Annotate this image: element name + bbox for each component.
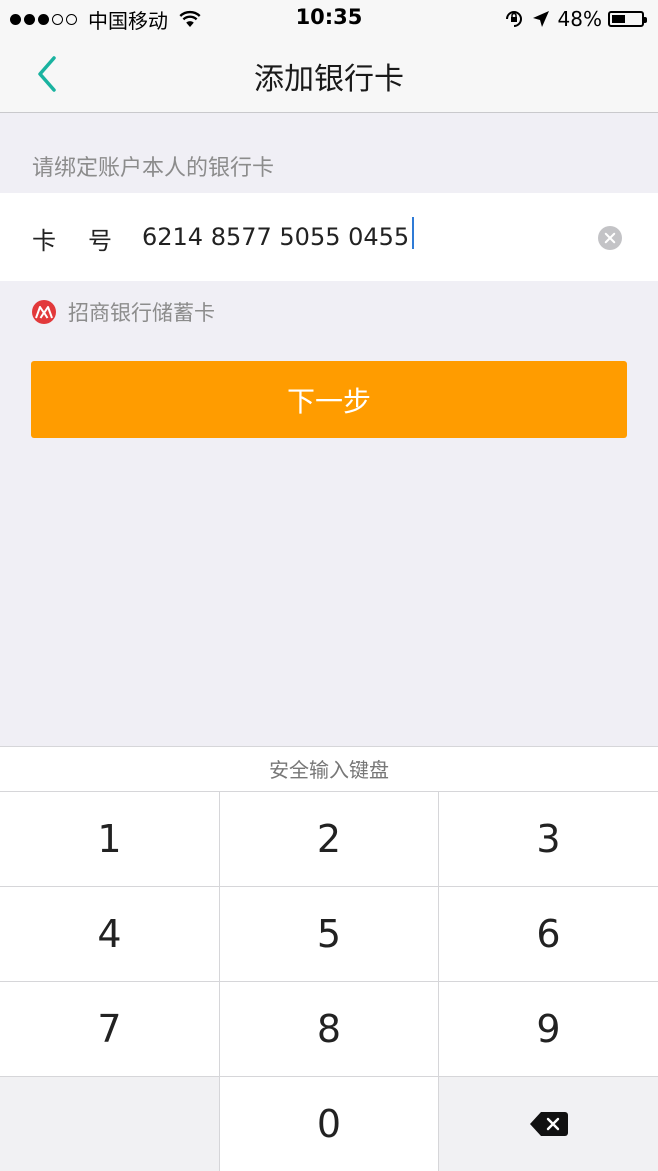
key-8[interactable]: 8 (220, 982, 439, 1077)
key-5[interactable]: 5 (220, 887, 439, 982)
orientation-lock-icon (505, 11, 522, 27)
key-9[interactable]: 9 (439, 982, 658, 1077)
card-number-label: 卡号 (32, 221, 112, 256)
bank-info: 招商银行储蓄卡 (32, 299, 215, 325)
secure-keyboard: 安全输入键盘 1 2 3 4 5 6 7 8 9 0 (0, 746, 658, 1171)
location-arrow-icon (532, 11, 549, 27)
status-bar: 中国移动 10:35 48% (0, 0, 658, 38)
bank-logo-icon (32, 300, 56, 324)
next-step-button[interactable]: 下一步 (31, 361, 627, 438)
battery-percent: 48% (557, 7, 602, 31)
key-delete[interactable] (439, 1077, 658, 1171)
navigation-bar: 添加银行卡 (0, 38, 658, 113)
key-blank (0, 1077, 220, 1171)
card-label-char-1: 卡 (32, 227, 56, 255)
card-label-char-2: 号 (88, 227, 112, 255)
text-caret (412, 217, 414, 249)
key-2[interactable]: 2 (220, 792, 439, 887)
page-title: 添加银行卡 (254, 62, 404, 97)
card-number-input[interactable] (142, 213, 562, 261)
bank-name: 招商银行储蓄卡 (68, 301, 215, 325)
key-3[interactable]: 3 (439, 792, 658, 887)
battery-icon (608, 11, 647, 27)
key-1[interactable]: 1 (0, 792, 220, 887)
status-right: 48% (504, 6, 647, 32)
key-4[interactable]: 4 (0, 887, 220, 982)
bind-hint-text: 请绑定账户本人的银行卡 (32, 156, 275, 181)
key-7[interactable]: 7 (0, 982, 220, 1077)
keypad: 1 2 3 4 5 6 7 8 9 0 (0, 792, 658, 1171)
card-number-row: 卡号 (0, 193, 658, 281)
key-6[interactable]: 6 (439, 887, 658, 982)
clear-input-icon[interactable] (598, 226, 622, 250)
backspace-icon (529, 1112, 568, 1136)
key-0[interactable]: 0 (220, 1077, 439, 1171)
keyboard-title: 安全输入键盘 (0, 747, 658, 792)
